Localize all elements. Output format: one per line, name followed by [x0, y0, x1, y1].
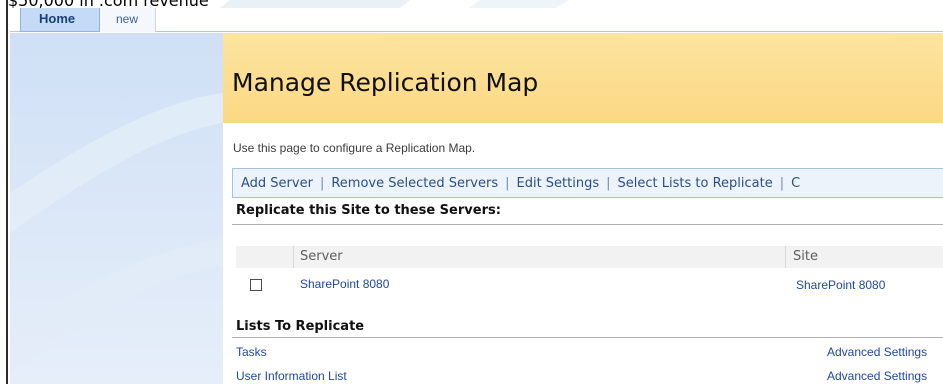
checkbox-column-header	[236, 246, 294, 268]
server-row-checkbox[interactable]	[250, 279, 262, 291]
toolbar-button-truncated[interactable]: C	[791, 176, 800, 191]
column-header-server[interactable]: Server	[300, 249, 343, 264]
tab-home[interactable]: Home	[20, 8, 100, 32]
select-lists-to-replicate-button[interactable]: Select Lists to Replicate	[618, 176, 773, 191]
toolbar-separator: |	[505, 176, 510, 191]
lists-section-heading: Lists To Replicate	[236, 319, 365, 334]
add-server-button[interactable]: Add Server	[241, 176, 313, 191]
replicate-section-heading: Replicate this Site to these Servers:	[236, 203, 501, 218]
toolbar-separator: |	[779, 176, 785, 191]
toolbar-separator: |	[319, 176, 325, 191]
section-divider	[232, 224, 943, 225]
advanced-settings-link[interactable]: Advanced Settings	[827, 369, 927, 383]
server-link[interactable]: SharePoint 8080	[300, 277, 389, 291]
advanced-settings-link[interactable]: Advanced Settings	[827, 345, 927, 359]
page-description: Use this page to configure a Replication…	[233, 141, 476, 155]
top-navigation-bar: Home new	[10, 8, 943, 32]
section-divider	[232, 337, 943, 338]
edit-settings-button[interactable]: Edit Settings	[517, 176, 600, 191]
site-link[interactable]: SharePoint 8080	[796, 278, 885, 292]
list-item-tasks[interactable]: Tasks	[236, 345, 267, 359]
column-header-site[interactable]: Site	[793, 249, 818, 264]
left-navigation-panel	[10, 33, 223, 384]
tab-new[interactable]: new	[100, 8, 156, 32]
toolbar-separator: |	[606, 176, 611, 191]
servers-table-header: Server Site	[236, 246, 943, 268]
window-frame-edge	[0, 0, 8, 384]
header-decoration	[220, 0, 570, 8]
page-title: Manage Replication Map	[232, 68, 539, 97]
action-toolbar: Add Server | Remove Selected Servers | Edit …	[232, 168, 943, 198]
left-nav-background-swoosh	[10, 93, 223, 373]
list-item-user-information-list[interactable]: User Information List	[236, 369, 347, 383]
remove-selected-servers-button[interactable]: Remove Selected Servers	[331, 176, 498, 191]
